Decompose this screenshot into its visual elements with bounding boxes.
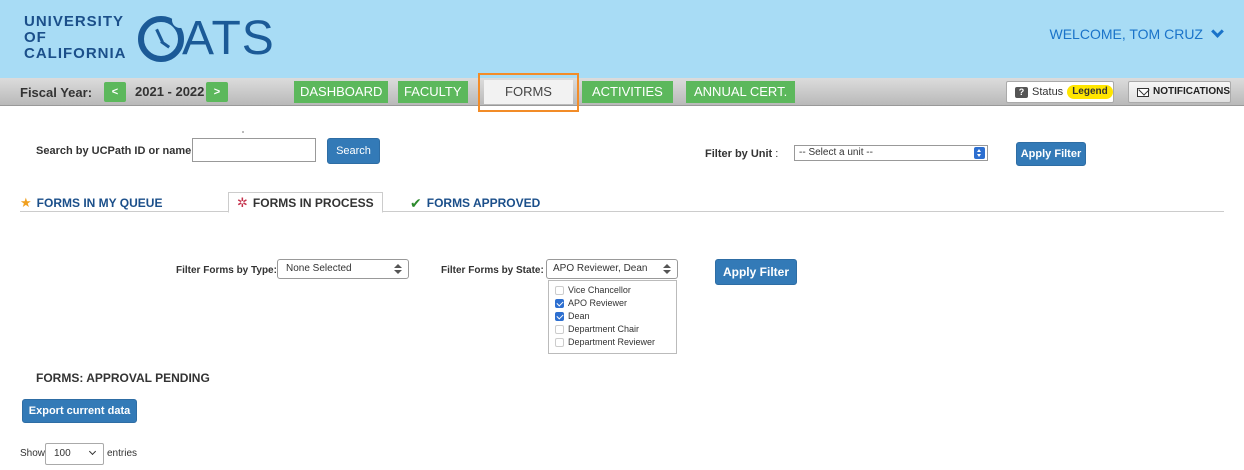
- select-arrows-icon: [974, 147, 985, 159]
- subtab-forms-approved[interactable]: ✔ FORMS APPROVED: [410, 192, 540, 213]
- subtab-label: FORMS IN PROCESS: [252, 195, 374, 210]
- tab-faculty[interactable]: FACULTY: [398, 81, 468, 103]
- star-icon: ★: [20, 194, 32, 210]
- check-icon: ✔: [410, 194, 422, 211]
- envelope-icon: [1137, 87, 1149, 97]
- entries-value: 100: [54, 448, 71, 459]
- subtab-forms-in-my-queue[interactable]: ★ FORMS IN MY QUEUE: [20, 192, 162, 213]
- filter-state-value: APO Reviewer, Dean: [553, 263, 648, 274]
- option-label: Dean: [568, 311, 590, 321]
- state-option-dean[interactable]: Dean: [549, 310, 676, 323]
- university-logo: UNIVERSITY OF CALIFORNIA: [24, 14, 127, 62]
- state-option-department-chair[interactable]: Department Chair: [549, 323, 676, 336]
- prev-year-button[interactable]: <: [104, 82, 126, 102]
- entries-select[interactable]: 100: [45, 443, 104, 465]
- oats-logo: ATS: [138, 12, 275, 65]
- notifications-button[interactable]: NOTIFICATIONS: [1128, 81, 1231, 103]
- unit-select[interactable]: -- Select a unit --: [794, 145, 988, 161]
- oats-logo-text: ATS: [182, 12, 275, 65]
- option-label: APO Reviewer: [568, 298, 628, 308]
- checkbox[interactable]: [555, 338, 564, 347]
- logo-line-3: CALIFORNIA: [24, 45, 127, 62]
- subtab-forms-in-process[interactable]: ✲ FORMS IN PROCESS: [228, 192, 383, 213]
- app-header: UNIVERSITY OF CALIFORNIA ATS WELCOME, TO…: [0, 0, 1244, 78]
- logo-line-2: OF: [24, 29, 47, 46]
- logo-line-1: UNIVERSITY: [24, 13, 125, 30]
- apply-forms-filter-button[interactable]: Apply Filter: [715, 259, 797, 285]
- unit-select-value: -- Select a unit --: [799, 147, 873, 158]
- gear-icon: ✲: [237, 194, 248, 210]
- select-arrows-icon: [394, 264, 402, 274]
- search-button[interactable]: Search: [327, 138, 380, 164]
- tab-activities[interactable]: ACTIVITIES: [582, 81, 673, 103]
- help-icon: ?: [1015, 86, 1028, 98]
- filter-type-value: None Selected: [286, 263, 352, 274]
- forms-subtabs: ★ FORMS IN MY QUEUE ✲ FORMS IN PROCESS ✔…: [20, 192, 1224, 213]
- state-option-department-reviewer[interactable]: Department Reviewer: [549, 336, 676, 349]
- status-label: Status: [1032, 86, 1064, 98]
- chevron-down-icon: [88, 447, 97, 456]
- subtab-label: FORMS APPROVED: [426, 195, 541, 210]
- export-data-button[interactable]: Export current data: [22, 399, 137, 423]
- status-button[interactable]: ? Status Legend: [1006, 81, 1114, 103]
- apply-unit-filter-button[interactable]: Apply Filter: [1016, 142, 1086, 166]
- search-input[interactable]: [192, 138, 316, 162]
- checkbox[interactable]: [555, 325, 564, 334]
- checkbox[interactable]: [555, 286, 564, 295]
- filter-type-select[interactable]: None Selected: [277, 259, 409, 279]
- entries-label: entries: [107, 448, 138, 459]
- state-option-vice-chancellor[interactable]: Vice Chancellor: [549, 284, 676, 297]
- unit-filter-label-text: Filter by Unit: [705, 148, 773, 160]
- tab-annual-cert[interactable]: ANNUAL CERT.: [686, 81, 796, 103]
- unit-filter-label: Filter by Unit :: [705, 148, 778, 160]
- decorative-dot: [242, 131, 244, 133]
- show-label: Show: [20, 448, 46, 459]
- select-arrows-icon: [663, 264, 671, 274]
- next-year-button[interactable]: >: [206, 82, 228, 102]
- legend-badge[interactable]: Legend: [1067, 85, 1113, 99]
- option-label: Vice Chancellor: [568, 285, 631, 295]
- unit-filter-colon: :: [772, 148, 779, 160]
- tab-dashboard[interactable]: DASHBOARD: [294, 81, 389, 103]
- notifications-label: NOTIFICATIONS: [1152, 86, 1230, 97]
- filter-state-select[interactable]: APO Reviewer, Dean: [546, 259, 678, 279]
- option-label: Department Chair: [568, 324, 640, 334]
- filter-state-label: Filter Forms by State:: [441, 265, 544, 276]
- search-label: Search by UCPath ID or name:: [36, 145, 195, 157]
- checkbox-checked[interactable]: [555, 299, 564, 308]
- filter-type-label: Filter Forms by Type:: [176, 265, 277, 276]
- welcome-text: WELCOME, TOM CRUZ: [1049, 26, 1204, 42]
- subtab-label: FORMS IN MY QUEUE: [36, 195, 163, 210]
- fiscal-year-label: Fiscal Year:: [20, 85, 93, 100]
- section-title: FORMS: APPROVAL PENDING: [36, 371, 210, 385]
- checkbox-checked[interactable]: [555, 312, 564, 321]
- forms-tab-highlight: [478, 73, 579, 112]
- option-label: Department Reviewer: [568, 337, 656, 347]
- chevron-down-icon: [1211, 25, 1224, 38]
- fiscal-year-value: 2021 - 2022: [135, 84, 205, 99]
- state-option-apo-reviewer[interactable]: APO Reviewer: [549, 297, 676, 310]
- user-menu[interactable]: WELCOME, TOM CRUZ: [1049, 25, 1224, 42]
- filter-state-dropdown: Vice Chancellor APO Reviewer Dean Depart…: [548, 280, 677, 354]
- clock-icon: [138, 12, 188, 62]
